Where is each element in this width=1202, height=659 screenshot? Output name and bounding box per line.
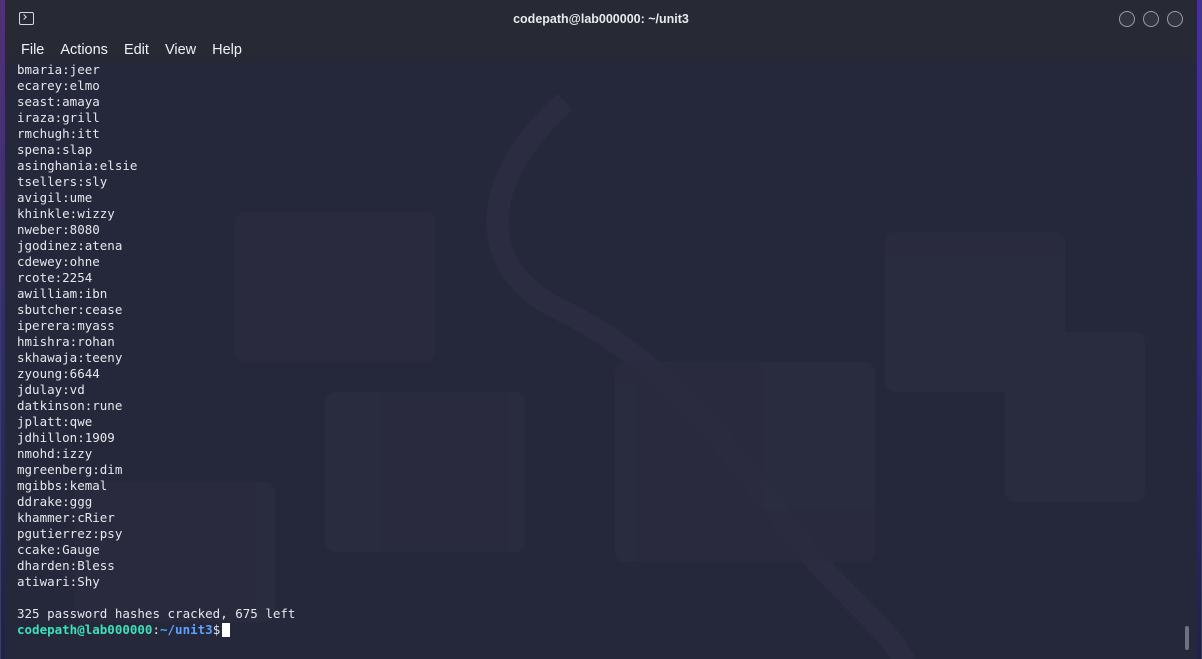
window-title: codepath@lab000000: ~/unit3 xyxy=(513,11,689,26)
terminal-line: dharden:Bless xyxy=(17,558,115,573)
terminal-line: ddrake:ggg xyxy=(17,494,93,509)
text-cursor xyxy=(222,623,231,637)
terminal-line: cdewey:ohne xyxy=(17,254,100,269)
terminal-line: pgutierrez:psy xyxy=(17,526,123,541)
terminal-line: ecarey:elmo xyxy=(17,78,100,93)
terminal-line: sbutcher:cease xyxy=(17,302,123,317)
terminal-line: nweber:8080 xyxy=(17,222,100,237)
terminal-line: rcote:2254 xyxy=(17,270,93,285)
menu-actions[interactable]: Actions xyxy=(60,40,108,60)
menu-file[interactable]: File xyxy=(21,40,44,60)
terminal-line: nmohd:izzy xyxy=(17,446,93,461)
terminal-line: avigil:ume xyxy=(17,190,93,205)
terminal-line: mgreenberg:dim xyxy=(17,462,123,477)
terminal-line: spena:slap xyxy=(17,142,93,157)
menu-edit[interactable]: Edit xyxy=(124,40,149,60)
terminal-line: 325 password hashes cracked, 675 left xyxy=(17,606,296,621)
terminal-line: asinghania:elsie xyxy=(17,158,138,173)
maximize-icon[interactable] xyxy=(1143,11,1159,27)
terminal-line: jdhillon:1909 xyxy=(17,430,115,445)
terminal-icon[interactable] xyxy=(19,12,34,25)
terminal-line: mgibbs:kemal xyxy=(17,478,108,493)
prompt-path: ~/unit3 xyxy=(160,622,213,637)
terminal-line: datkinson:rune xyxy=(17,398,123,413)
terminal-line: seast:amaya xyxy=(17,94,100,109)
terminal-lines: bmaria:jeer ecarey:elmo seast:amaya iraza:g… xyxy=(17,62,295,638)
terminal-line: hmishra:rohan xyxy=(17,334,115,349)
terminal-line: rmchugh:itt xyxy=(17,126,100,141)
terminal-line: zyoung:6644 xyxy=(17,366,100,381)
terminal-window: codepath@lab000000: ~/unit3 File Actions… xyxy=(0,0,1202,659)
terminal-line: awilliam:ibn xyxy=(17,286,108,301)
prompt-symbol: $ xyxy=(212,622,221,637)
menu-help[interactable]: Help xyxy=(212,40,242,60)
terminal-line: khinkle:wizzy xyxy=(17,206,115,221)
menu-bar: File Actions Edit View Help xyxy=(5,38,1197,62)
terminal-line: ccake:Gauge xyxy=(17,542,100,557)
prompt-separator: : xyxy=(152,622,160,637)
prompt-user-host: codepath@lab000000 xyxy=(17,622,153,637)
terminal-line: iraza:grill xyxy=(17,110,100,125)
desktop-edge-right xyxy=(1197,0,1201,659)
terminal-line: tsellers:sly xyxy=(17,174,108,189)
terminal-line: khammer:cRier xyxy=(17,510,115,525)
terminal-line: skhawaja:teeny xyxy=(17,350,123,365)
minimize-icon[interactable] xyxy=(1119,11,1135,27)
command-prompt[interactable]: codepath@lab000000: ~/unit3 $ xyxy=(17,622,295,638)
terminal-line: jdulay:vd xyxy=(17,382,85,397)
title-bar[interactable]: codepath@lab000000: ~/unit3 xyxy=(5,0,1197,38)
close-icon[interactable] xyxy=(1167,11,1183,27)
terminal-line: bmaria:jeer xyxy=(17,62,100,77)
terminal-line: jgodinez:atena xyxy=(17,238,123,253)
terminal-line: iperera:myass xyxy=(17,318,115,333)
menu-view[interactable]: View xyxy=(165,40,196,60)
terminal-output-area[interactable]: bmaria:jeer ecarey:elmo seast:amaya iraza:g… xyxy=(5,62,1197,659)
terminal-line: jplatt:qwe xyxy=(17,414,93,429)
terminal-line: atiwari:Shy xyxy=(17,574,100,589)
scrollbar-thumb[interactable] xyxy=(1185,626,1189,650)
